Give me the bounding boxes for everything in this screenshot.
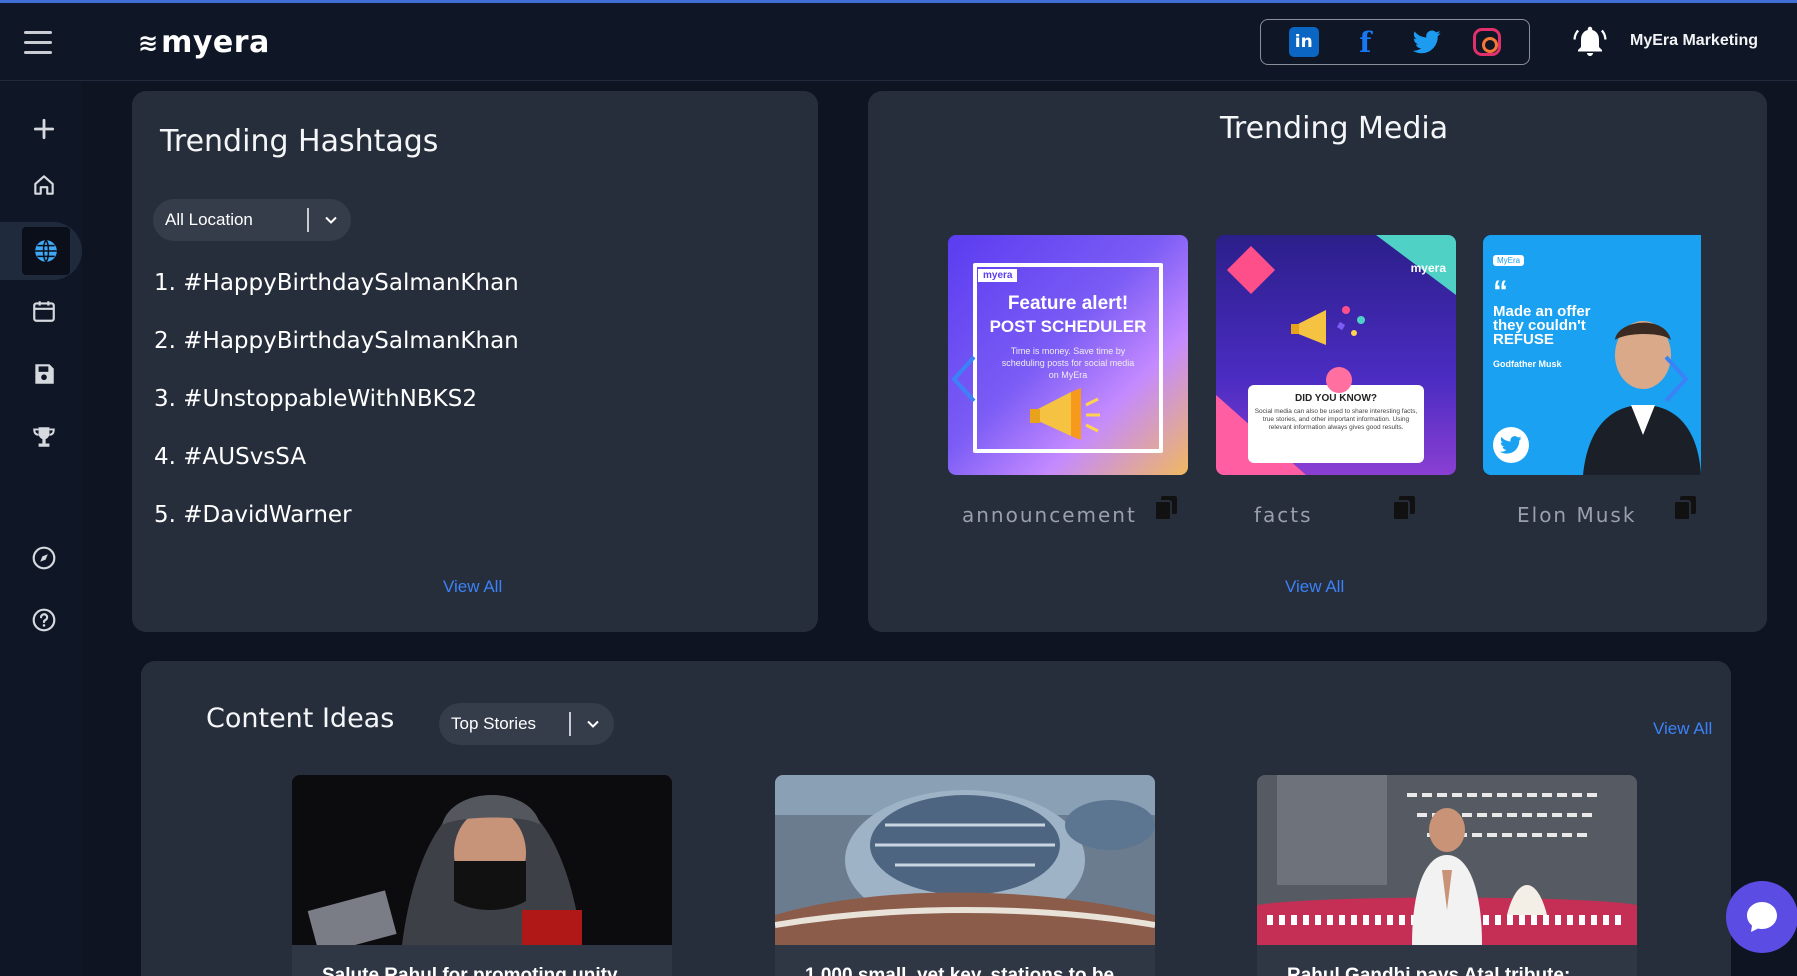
content-ideas-select[interactable]: Top Stories: [439, 703, 614, 745]
facts-card: DID YOU KNOW? Social media can also be u…: [1248, 385, 1424, 463]
brand-logo[interactable]: ≋ myera: [138, 25, 270, 60]
media-view-all-link[interactable]: View All: [1285, 577, 1344, 597]
carousel-next-icon[interactable]: [1658, 353, 1694, 405]
help-icon[interactable]: [22, 598, 66, 642]
brand-name: myera: [161, 25, 270, 60]
plus-icon[interactable]: [22, 107, 66, 151]
trending-hashtags-title: Trending Hashtags: [160, 124, 439, 159]
article-caption[interactable]: Salute Rahul for promoting unity: [292, 945, 672, 976]
globe-icon[interactable]: [24, 229, 68, 273]
location-select[interactable]: All Location: [153, 199, 351, 241]
article-caption[interactable]: 1,000 small, yet key, stations to be: [775, 945, 1155, 976]
bulb-icon: [1326, 367, 1352, 393]
content-ideas-card: Content Ideas Top Stories View All Salut…: [141, 661, 1731, 976]
brand-mark-icon: ≋: [138, 28, 158, 57]
tile-brand: myera: [1410, 261, 1446, 275]
hashtag-item[interactable]: 4. #AUSvsSA: [154, 444, 306, 470]
chevron-down-icon: [325, 216, 337, 224]
top-header: ≋ myera in f MyEra Marketing: [0, 3, 1797, 81]
carousel-prev-icon[interactable]: [946, 353, 982, 405]
save-icon[interactable]: [22, 352, 66, 396]
sidebar: [0, 82, 82, 976]
hashtag-item[interactable]: 2. #HappyBirthdaySalmanKhan: [154, 328, 519, 354]
hashtags-view-all-link[interactable]: View All: [443, 577, 502, 597]
decor-diamond: [1226, 245, 1276, 295]
linkedin-icon[interactable]: in: [1288, 27, 1319, 57]
tile-attribution: Godfather Musk: [1493, 359, 1562, 369]
instagram-icon[interactable]: [1473, 28, 1502, 56]
media-tile-announcement[interactable]: myera Feature alert! POST SCHEDULER Time…: [948, 235, 1188, 475]
tile-body: Time is money. Save time by scheduling p…: [1001, 346, 1135, 380]
chat-widget-button[interactable]: [1726, 881, 1797, 953]
trending-media-title: Trending Media: [1220, 111, 1449, 146]
chevron-down-icon: [587, 720, 599, 728]
social-links: in f: [1260, 19, 1530, 65]
hashtag-item[interactable]: 3. #UnstoppableWithNBKS2: [154, 386, 477, 412]
trending-media-card: Trending Media myera Feature alert! POST…: [868, 91, 1767, 632]
article-caption[interactable]: Rahul Gandhi pays Atal tribute:: [1257, 945, 1637, 976]
megaphone-icon: [1030, 388, 1100, 440]
content-ideas-view-all-link[interactable]: View All: [1653, 719, 1712, 739]
user-name[interactable]: MyEra Marketing: [1630, 32, 1758, 50]
home-icon[interactable]: [22, 163, 66, 207]
twitter-badge-icon: [1493, 427, 1529, 463]
calendar-icon[interactable]: [22, 289, 66, 333]
hashtag-item[interactable]: 1. #HappyBirthdaySalmanKhan: [154, 270, 519, 296]
article-image[interactable]: [292, 775, 672, 945]
sidebar-active-item[interactable]: [0, 222, 82, 280]
media-label: facts: [1254, 503, 1313, 527]
tile-brand: myera: [978, 269, 1018, 282]
compass-icon[interactable]: [22, 536, 66, 580]
notification-bell-icon[interactable]: [1572, 23, 1608, 59]
copy-icon[interactable]: [1674, 496, 1696, 520]
tile-subhead: POST SCHEDULER: [989, 317, 1147, 336]
article-image[interactable]: [775, 775, 1155, 945]
content-ideas-title: Content Ideas: [206, 703, 395, 734]
copy-icon[interactable]: [1155, 496, 1177, 520]
tile-brand: MyEra: [1493, 255, 1525, 266]
tile-body: Social media can also be used to share i…: [1254, 408, 1418, 431]
media-tile-facts[interactable]: myera DID YOU KNOW? Social media can als…: [1216, 235, 1456, 475]
chat-bubble-icon: [1747, 902, 1777, 932]
article-image[interactable]: [1257, 775, 1637, 945]
trophy-icon[interactable]: [22, 415, 66, 459]
copy-icon[interactable]: [1393, 496, 1415, 520]
location-select-value: All Location: [165, 210, 253, 229]
twitter-icon[interactable]: [1412, 27, 1442, 57]
tile-headline: DID YOU KNOW?: [1294, 393, 1378, 404]
hashtag-item[interactable]: 5. #DavidWarner: [154, 502, 352, 528]
trending-hashtags-card: Trending Hashtags All Location 1. #Happy…: [132, 91, 818, 632]
content-ideas-select-value: Top Stories: [451, 714, 537, 733]
tile-headline: Feature alert!: [1007, 293, 1129, 314]
facebook-icon[interactable]: f: [1350, 26, 1380, 59]
media-label: Elon Musk: [1517, 503, 1637, 527]
megaphone-icon: [1291, 306, 1365, 345]
media-label: announcement: [962, 503, 1137, 527]
menu-icon[interactable]: [24, 31, 52, 55]
